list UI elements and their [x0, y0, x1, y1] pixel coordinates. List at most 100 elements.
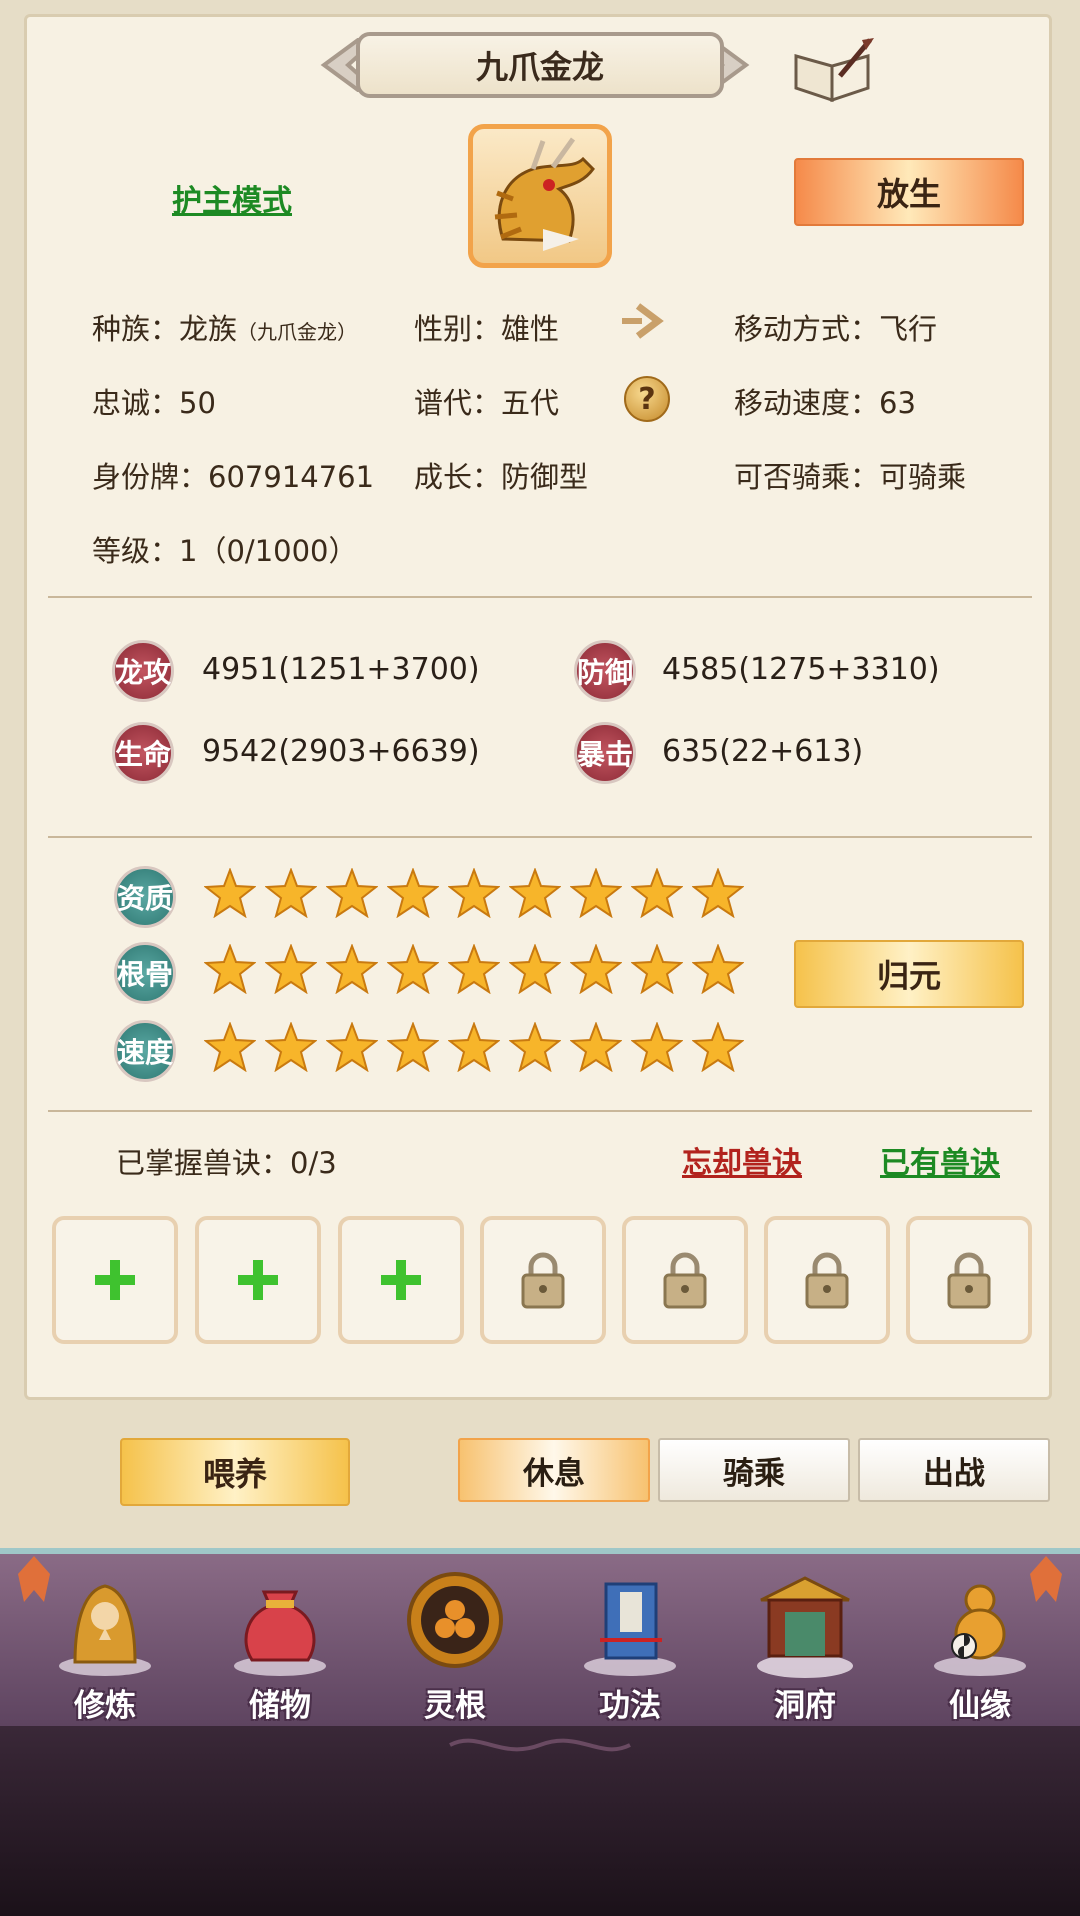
crit-value: 635(22+613) [662, 734, 864, 769]
rest-button[interactable]: 休息 [458, 1438, 650, 1502]
id-info: 身份牌：607914761 [92, 460, 375, 494]
level-info: 等级：1（0/1000） [92, 534, 358, 568]
owned-skills-link[interactable]: 已有兽诀 [880, 1138, 1000, 1182]
star-icon [692, 868, 744, 918]
star-icon [570, 944, 622, 994]
star-icon [448, 868, 500, 918]
generation-info: 谱代：五代 [414, 386, 560, 420]
move-speed-info: 移动速度：63 [734, 386, 916, 420]
nav-label: 仙缘 [949, 1688, 1011, 1724]
star-icon [204, 944, 256, 994]
nav-cultivate[interactable]: 修炼 [30, 1570, 180, 1724]
lock-icon [521, 1252, 565, 1309]
mastered-skills-label: 已掌握兽诀：0/3 [116, 1146, 337, 1180]
growth-info: 成长：防御型 [414, 460, 589, 494]
star-icon [570, 1022, 622, 1072]
lock-icon [947, 1252, 991, 1309]
nav-cave[interactable]: 洞府 [730, 1570, 880, 1724]
hp-badge: 生命 [112, 722, 174, 784]
speed-stars [204, 1022, 744, 1072]
aptitude-badge: 资质 [114, 866, 176, 928]
nav-label: 灵根 [424, 1688, 486, 1724]
star-icon [204, 1022, 256, 1072]
gender-info: 性别：雄性 [414, 312, 560, 346]
feed-button[interactable]: 喂养 [120, 1438, 350, 1506]
lock-icon [663, 1252, 707, 1309]
page-title: 九爪金龙 [356, 32, 724, 98]
dragon-icon [494, 137, 595, 251]
plus-icon [95, 1260, 135, 1300]
attack-value: 4951(1251+3700) [202, 652, 480, 687]
battle-button[interactable]: 出战 [858, 1438, 1050, 1502]
bag-icon [234, 1590, 326, 1676]
nav-technique[interactable]: 功法 [555, 1570, 705, 1724]
aptitude-stars [204, 868, 744, 918]
bone-stars [204, 944, 744, 994]
star-icon [570, 868, 622, 918]
ornament-icon [449, 1738, 631, 1752]
star-icon [265, 868, 317, 918]
star-icon [265, 1022, 317, 1072]
star-icon [631, 868, 683, 918]
ride-button[interactable]: 骑乘 [658, 1438, 850, 1502]
skill-slot-locked[interactable] [622, 1216, 748, 1344]
guard-mode-link[interactable]: 护主模式 [172, 176, 292, 220]
nav-storage[interactable]: 储物 [205, 1570, 355, 1724]
book-quill-icon[interactable] [792, 36, 874, 104]
star-icon [326, 1022, 378, 1072]
star-icon [326, 944, 378, 994]
release-button[interactable]: 放生 [794, 158, 1024, 226]
star-icon [692, 944, 744, 994]
plus-icon [238, 1260, 278, 1300]
skill-slot-locked[interactable] [480, 1216, 606, 1344]
star-icon [204, 868, 256, 918]
nav-label: 洞府 [774, 1688, 836, 1724]
skill-slot-locked[interactable] [764, 1216, 890, 1344]
nav-label: 修炼 [74, 1688, 136, 1724]
skill-slot-locked[interactable] [906, 1216, 1032, 1344]
nav-label: 储物 [249, 1688, 311, 1724]
star-icon [326, 868, 378, 918]
monk-icon [59, 1584, 151, 1676]
gourd-icon [934, 1584, 1026, 1676]
defense-badge: 防御 [574, 640, 636, 702]
rideable-info: 可否骑乘：可骑乘 [734, 460, 967, 494]
star-icon [387, 944, 439, 994]
speed-badge: 速度 [114, 1020, 176, 1082]
star-icon [509, 868, 561, 918]
skill-slot-add[interactable] [195, 1216, 321, 1344]
spirit-root-icon [407, 1572, 503, 1668]
nav-label: 功法 [599, 1688, 661, 1724]
divider [48, 836, 1032, 838]
skill-slot-add[interactable] [338, 1216, 464, 1344]
race-info: 种族：龙族（九爪金龙） [92, 312, 358, 346]
attack-badge: 龙攻 [112, 640, 174, 702]
pet-portrait [468, 124, 612, 268]
star-icon [509, 944, 561, 994]
skill-slot-add[interactable] [52, 1216, 178, 1344]
star-icon [692, 1022, 744, 1072]
star-icon [631, 944, 683, 994]
star-icon [631, 1022, 683, 1072]
bone-badge: 根骨 [114, 942, 176, 1004]
nav-fate[interactable]: 仙缘 [905, 1570, 1055, 1724]
reset-button[interactable]: 归元 [794, 940, 1024, 1008]
gender-arrow-icon[interactable] [618, 298, 666, 344]
crit-badge: 暴击 [574, 722, 636, 784]
loyalty-info: 忠诚：50 [92, 386, 216, 420]
plus-icon [381, 1260, 421, 1300]
divider [48, 1110, 1032, 1112]
star-icon [448, 1022, 500, 1072]
star-icon [387, 868, 439, 918]
star-icon [448, 944, 500, 994]
star-icon [509, 1022, 561, 1072]
book-icon [584, 1582, 676, 1676]
lock-icon [805, 1252, 849, 1309]
defense-value: 4585(1275+3310) [662, 652, 940, 687]
star-icon [387, 1022, 439, 1072]
divider [48, 596, 1032, 598]
forget-skill-link[interactable]: 忘却兽诀 [682, 1138, 802, 1182]
nav-spirit-root[interactable]: 灵根 [380, 1570, 530, 1724]
move-type-info: 移动方式：飞行 [734, 312, 938, 346]
question-icon[interactable]: ? [624, 376, 670, 422]
